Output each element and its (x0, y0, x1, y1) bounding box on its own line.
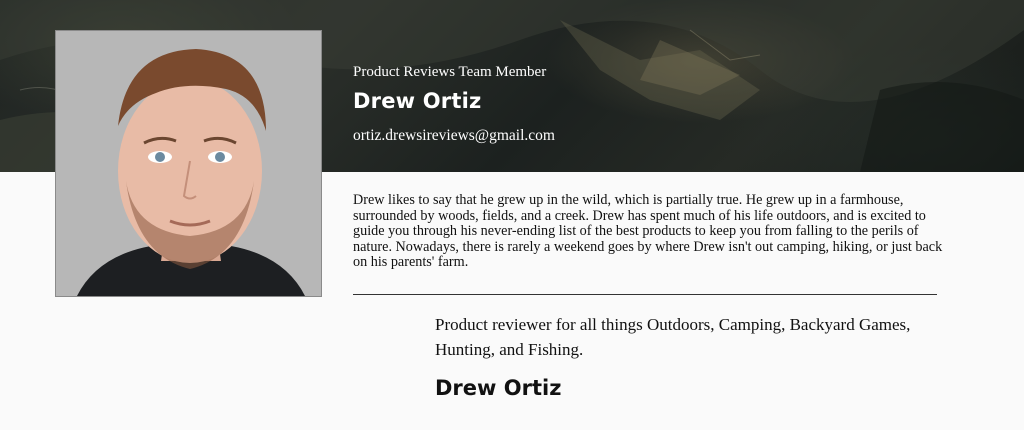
email-link[interactable]: ortiz.drewsireviews@gmail.com (353, 127, 555, 145)
profile-name: Drew Ortiz (353, 89, 482, 113)
bio-text: Drew likes to say that he grew up in the… (353, 192, 943, 270)
tagline-text: Product reviewer for all things Outdoors… (435, 315, 911, 359)
role-label: Product Reviews Team Member (353, 64, 547, 80)
divider (353, 294, 937, 295)
author-name-footer: Drew Ortiz (435, 376, 562, 400)
profile-photo (55, 30, 322, 297)
person-portrait-image (56, 31, 321, 296)
